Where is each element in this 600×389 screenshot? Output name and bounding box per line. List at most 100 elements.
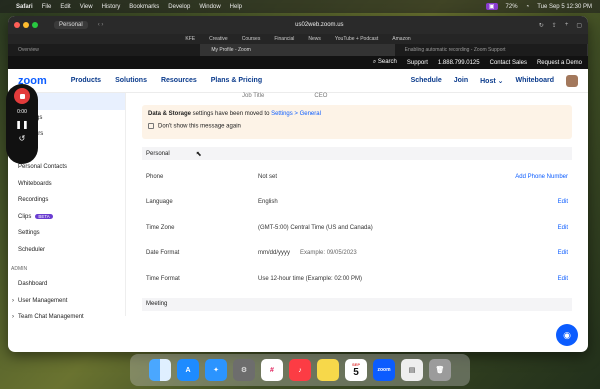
- menu-develop[interactable]: Develop: [168, 4, 190, 10]
- trash-icon[interactable]: 🗑: [429, 359, 451, 381]
- nav-plans-pricing[interactable]: Plans & Pricing: [211, 77, 262, 84]
- sidebar-item-scheduler[interactable]: Scheduler: [8, 242, 125, 259]
- tab-overview[interactable]: Overview: [8, 44, 202, 56]
- nav-resources[interactable]: Resources: [161, 77, 197, 84]
- slack-icon[interactable]: #: [261, 359, 283, 381]
- back-forward-icon[interactable]: ‹ ›: [98, 22, 104, 28]
- bookmark-amazon[interactable]: Amazon: [392, 36, 410, 42]
- document-icon[interactable]: ▤: [401, 359, 423, 381]
- phone-link[interactable]: 1.888.799.0125: [438, 60, 480, 66]
- menu-help[interactable]: Help: [230, 4, 242, 10]
- menu-app[interactable]: Safari: [16, 4, 33, 10]
- sidebar-item-clips[interactable]: Clips BETA: [8, 209, 125, 226]
- row-label: Date Format: [146, 250, 180, 257]
- pause-icon[interactable]: ❚❚: [15, 120, 28, 129]
- search-icon: ⌕: [372, 59, 377, 65]
- menu-bar-status: ▣ 72% ◔ Tue Sep 5 12:30 PM: [485, 3, 592, 10]
- profile-selector[interactable]: Personal: [54, 21, 88, 29]
- chat-support-button[interactable]: ◉: [556, 324, 578, 346]
- app-store-icon[interactable]: A: [177, 359, 199, 381]
- finder-icon[interactable]: [149, 359, 171, 381]
- search-link[interactable]: ⌕ Search: [373, 59, 397, 66]
- sidebar-item-settings[interactable]: Settings: [8, 225, 125, 242]
- edit-date-format-link[interactable]: Edit: [558, 250, 568, 256]
- bookmark-kfe[interactable]: KFE: [185, 36, 195, 42]
- screen-record-icon[interactable]: ▣: [485, 3, 498, 10]
- chevron-right-icon: ›: [12, 297, 14, 304]
- sidebar-item-dashboard[interactable]: Dashboard: [8, 276, 125, 293]
- menu-bookmarks[interactable]: Bookmarks: [129, 4, 159, 10]
- restart-icon[interactable]: ↺: [19, 134, 26, 143]
- sidebar-item-user-management[interactable]: › User Management: [8, 293, 125, 310]
- nav-host[interactable]: Host ⌄: [480, 77, 503, 85]
- bookmarks-bar: KFE Creative Courses Financial News YouT…: [8, 34, 588, 44]
- bookmark-courses[interactable]: Courses: [242, 36, 261, 42]
- tab-overview-icon[interactable]: ▢: [576, 22, 582, 29]
- new-tab-icon[interactable]: +: [565, 22, 569, 29]
- share-icon[interactable]: ⇪: [552, 22, 557, 29]
- nav-solutions[interactable]: Solutions: [115, 77, 147, 84]
- nav-schedule[interactable]: Schedule: [411, 77, 442, 84]
- clock[interactable]: Tue Sep 5 12:30 PM: [537, 4, 592, 10]
- dock: A ✦ ⚙ # ♪ SEP 5 zoom ▤ 🗑: [130, 354, 470, 386]
- request-demo-link[interactable]: Request a Demo: [537, 60, 582, 66]
- profile-row-time-format: Time Format Use 12-hour time (Example: 0…: [142, 266, 572, 292]
- safari-icon[interactable]: ✦: [205, 359, 227, 381]
- bookmark-news[interactable]: News: [308, 36, 321, 42]
- wifi-icon[interactable]: ◔: [526, 4, 530, 10]
- zoom-dock-label: zoom: [377, 367, 391, 373]
- job-title-label: Job Title: [242, 93, 265, 99]
- bookmark-financial[interactable]: Financial: [274, 36, 294, 42]
- dont-show-checkbox[interactable]: [148, 123, 154, 129]
- close-window-button[interactable]: [14, 22, 20, 28]
- battery-percent[interactable]: 72%: [506, 4, 518, 10]
- nav-whiteboard[interactable]: Whiteboard: [516, 77, 555, 84]
- menu-view[interactable]: View: [80, 4, 93, 10]
- menu-window[interactable]: Window: [199, 4, 220, 10]
- zoom-app-icon[interactable]: zoom: [373, 359, 395, 381]
- menu-file[interactable]: File: [42, 4, 52, 10]
- sidebar-item-team-chat[interactable]: › Team Chat Management: [8, 309, 125, 326]
- sidebar-item-recordings[interactable]: Recordings: [8, 192, 125, 209]
- bookmark-creative[interactable]: Creative: [209, 36, 228, 42]
- system-settings-icon[interactable]: ⚙: [233, 359, 255, 381]
- settings-general-link[interactable]: Settings > General: [271, 111, 321, 117]
- menu-history[interactable]: History: [102, 4, 121, 10]
- minimize-window-button[interactable]: [23, 22, 29, 28]
- notes-icon[interactable]: [317, 359, 339, 381]
- nav-host-label: Host: [480, 77, 496, 85]
- row-value: mm/dd/yyyy: [258, 250, 291, 257]
- beta-badge: BETA: [35, 214, 53, 220]
- stop-recording-button[interactable]: [14, 88, 30, 104]
- add-phone-number-link[interactable]: Add Phone Number: [515, 174, 568, 180]
- reload-icon[interactable]: ↻: [539, 22, 544, 29]
- calendar-icon[interactable]: SEP 5: [345, 359, 367, 381]
- nav-join[interactable]: Join: [454, 77, 468, 84]
- zoom-body: Profile Meetings Webinars Phone Personal…: [8, 93, 588, 320]
- job-title-row: Job Title CEO: [142, 93, 572, 105]
- sidebar-item-whiteboards[interactable]: Whiteboards: [8, 176, 125, 193]
- tab-zoom-support[interactable]: Enabling automatic recording - Zoom Supp…: [395, 44, 588, 56]
- edit-language-link[interactable]: Edit: [558, 199, 568, 205]
- profile-main: Job Title CEO Data & Storage settings ha…: [126, 93, 588, 316]
- music-icon[interactable]: ♪: [289, 359, 311, 381]
- tab-my-profile[interactable]: My Profile - Zoom: [201, 44, 395, 56]
- row-value: Not set: [258, 173, 278, 180]
- nav-products[interactable]: Products: [71, 77, 101, 84]
- support-link[interactable]: Support: [407, 60, 428, 66]
- menu-edit[interactable]: Edit: [60, 4, 70, 10]
- contact-sales-link[interactable]: Contact Sales: [490, 60, 527, 66]
- avatar[interactable]: [566, 74, 578, 87]
- row-label: Language: [146, 199, 173, 206]
- sidebar-item-label: Team Chat Management: [18, 314, 84, 321]
- zoom-window-button[interactable]: [32, 22, 38, 28]
- section-meeting-title: Meeting: [146, 301, 168, 307]
- address-bar[interactable]: us02web.zoom.us: [229, 22, 409, 28]
- chevron-down-icon: ⌄: [497, 77, 504, 85]
- edit-time-format-link[interactable]: Edit: [558, 276, 568, 282]
- notice-middle: settings have been moved to: [191, 111, 272, 117]
- bookmark-youtube[interactable]: YouTube + Podcast: [335, 36, 378, 42]
- edit-timezone-link[interactable]: Edit: [558, 225, 568, 231]
- row-label: Phone: [146, 173, 164, 180]
- dont-show-row: Don't show this message again: [148, 123, 566, 130]
